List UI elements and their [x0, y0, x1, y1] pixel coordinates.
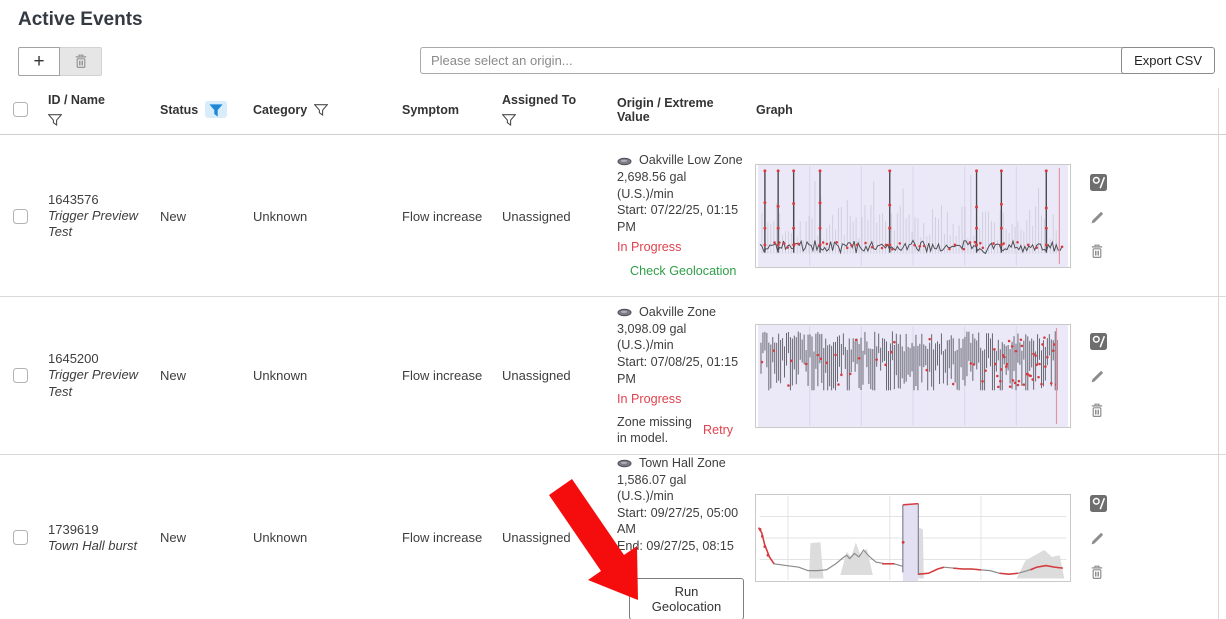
origin-select[interactable]: Please select an origin...	[420, 47, 1148, 74]
extreme-value: 1,586.07 gal (U.S.)/min	[617, 472, 744, 505]
column-header-symptom: Symptom	[394, 85, 494, 134]
event-start: Start: 09/27/25, 05:00 AM	[617, 505, 744, 538]
extreme-value: 3,098.09 gal (U.S.)/min	[617, 321, 744, 354]
event-graph[interactable]	[755, 164, 1071, 268]
column-header-graph: Graph	[748, 85, 1226, 134]
geolocation-map-icon[interactable]	[1090, 333, 1107, 350]
column-header-id-name: ID / Name	[40, 85, 152, 134]
event-category: Unknown	[245, 297, 394, 454]
event-symptom: Flow increase	[394, 455, 494, 619]
active-events-page: Active Events + Please select an origin.…	[0, 0, 1226, 619]
geolocation-note: Zone missing in model.	[617, 414, 699, 447]
add-event-button[interactable]: +	[18, 47, 60, 76]
page-title: Active Events	[18, 9, 143, 31]
row-checkbox[interactable]	[13, 209, 28, 224]
table-row: 1643576 Trigger Preview Test New Unknown…	[0, 136, 1226, 297]
export-csv-button[interactable]: Export CSV	[1121, 47, 1215, 74]
delete-events-button[interactable]	[60, 47, 102, 76]
event-id: 1645200	[48, 351, 99, 366]
table-row: 1739619 Town Hall burst New Unknown Flow…	[0, 455, 1226, 619]
delete-trash-icon[interactable]	[1090, 565, 1107, 580]
select-all-checkbox[interactable]	[13, 102, 28, 117]
event-graph[interactable]	[755, 324, 1071, 428]
extreme-value: 2,698.56 gal (U.S.)/min	[617, 169, 744, 202]
edit-pencil-icon[interactable]	[1090, 369, 1107, 384]
event-id: 1643576	[48, 192, 99, 207]
event-assigned: Unassigned	[494, 297, 609, 454]
trash-icon	[74, 54, 88, 69]
filter-icon[interactable]	[502, 114, 516, 126]
edit-pencil-icon[interactable]	[1090, 531, 1107, 546]
column-header-origin: Origin / Extreme Value	[609, 85, 748, 134]
zone-icon	[617, 456, 639, 470]
row-checkbox[interactable]	[13, 368, 28, 383]
geolocation-status: In Progress	[617, 239, 681, 256]
event-status: New	[152, 136, 245, 296]
filter-icon[interactable]	[314, 104, 328, 116]
delete-trash-icon[interactable]	[1090, 403, 1107, 418]
filter-icon-active[interactable]	[205, 101, 227, 118]
event-origin: Oakville Zone 3,098.09 gal (U.S.)/min St…	[609, 297, 748, 454]
plus-icon: +	[33, 51, 44, 73]
zone-icon	[617, 153, 639, 167]
geolocation-map-icon[interactable]	[1090, 174, 1107, 191]
event-assigned: Unassigned	[494, 455, 609, 619]
edit-pencil-icon[interactable]	[1090, 210, 1107, 225]
event-assigned: Unassigned	[494, 136, 609, 296]
table-header: ID / Name Status Category Symptom Assign…	[0, 85, 1226, 135]
column-header-category: Category	[245, 85, 394, 134]
event-start: Start: 07/08/25, 01:15 PM	[617, 354, 744, 387]
filter-icon[interactable]	[48, 114, 62, 126]
delete-trash-icon[interactable]	[1090, 244, 1107, 259]
event-category: Unknown	[245, 136, 394, 296]
event-name: Town Hall burst	[48, 538, 137, 554]
zone-icon	[617, 305, 639, 319]
event-id: 1739619	[48, 522, 99, 537]
retry-link[interactable]: Retry	[703, 422, 733, 439]
event-category: Unknown	[245, 455, 394, 619]
check-geolocation-link[interactable]: Check Geolocation	[630, 263, 736, 280]
event-name: Trigger Preview Test	[48, 208, 152, 241]
event-end: End: 09/27/25, 08:15 AM	[617, 538, 744, 571]
event-symptom: Flow increase	[394, 136, 494, 296]
scroll-edge-line	[1218, 88, 1219, 619]
geolocation-map-icon[interactable]	[1090, 495, 1107, 512]
column-header-status: Status	[152, 85, 245, 134]
toolbar: + Please select an origin... Export CSV	[18, 47, 1215, 76]
table-row: 1645200 Trigger Preview Test New Unknown…	[0, 297, 1226, 455]
event-origin: Town Hall Zone 1,586.07 gal (U.S.)/min S…	[609, 455, 748, 619]
origin-select-placeholder: Please select an origin...	[431, 53, 1121, 68]
event-name: Trigger Preview Test	[48, 367, 152, 400]
origin-zone: Town Hall Zone	[639, 456, 726, 470]
run-geolocation-button[interactable]: Run Geolocation	[629, 578, 744, 619]
column-header-assigned: Assigned To	[494, 85, 609, 134]
geolocation-status: In Progress	[617, 391, 681, 408]
row-checkbox[interactable]	[13, 530, 28, 545]
table-body: 1643576 Trigger Preview Test New Unknown…	[0, 136, 1226, 619]
origin-zone: Oakville Low Zone	[639, 153, 743, 167]
event-graph[interactable]	[755, 494, 1071, 582]
event-symptom: Flow increase	[394, 297, 494, 454]
event-status: New	[152, 297, 245, 454]
event-start: Start: 07/22/25, 01:15 PM	[617, 202, 744, 235]
event-origin: Oakville Low Zone 2,698.56 gal (U.S.)/mi…	[609, 136, 748, 296]
event-status: New	[152, 455, 245, 619]
origin-zone: Oakville Zone	[639, 305, 716, 319]
